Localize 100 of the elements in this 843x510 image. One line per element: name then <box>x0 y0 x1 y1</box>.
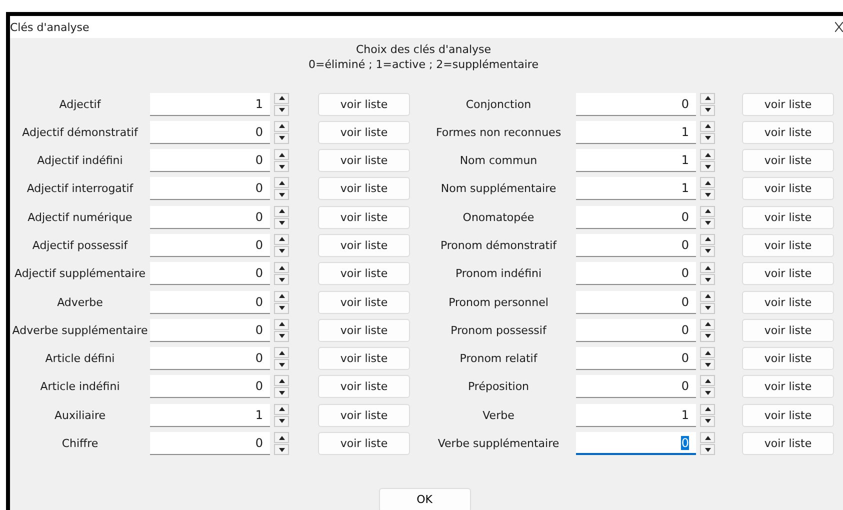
spin-up-button[interactable] <box>274 347 289 358</box>
number-field[interactable]: 1 <box>150 404 270 427</box>
number-field[interactable]: 1 <box>576 120 696 144</box>
voir-liste-button[interactable]: voir liste <box>742 347 834 370</box>
close-icon[interactable] <box>835 22 843 32</box>
spin-up-button[interactable] <box>274 234 289 245</box>
spin-up-button[interactable] <box>700 177 715 188</box>
spin-down-button[interactable] <box>700 132 715 144</box>
spin-up-button[interactable] <box>274 120 289 132</box>
number-field[interactable]: 0 <box>150 290 270 314</box>
spin-down-button[interactable] <box>700 387 715 398</box>
voir-liste-button[interactable]: voir liste <box>742 177 834 200</box>
spin-down-button[interactable] <box>274 387 289 398</box>
number-field[interactable]: 0 <box>150 234 270 257</box>
voir-liste-button[interactable]: voir liste <box>742 290 834 314</box>
spin-down-button[interactable] <box>274 189 289 200</box>
voir-liste-button[interactable]: voir liste <box>318 92 410 116</box>
voir-liste-button[interactable]: voir liste <box>318 432 410 456</box>
number-field[interactable]: 1 <box>576 177 696 200</box>
number-field[interactable]: 0 <box>150 206 270 229</box>
voir-liste-button[interactable]: voir liste <box>318 149 410 172</box>
spin-up-button[interactable] <box>274 290 289 302</box>
spin-up-button[interactable] <box>274 318 289 330</box>
spin-down-button[interactable] <box>700 246 715 257</box>
voir-liste-button[interactable]: voir liste <box>318 318 410 342</box>
spin-up-button[interactable] <box>274 206 289 217</box>
spin-down-button[interactable] <box>274 359 289 370</box>
spin-up-button[interactable] <box>274 404 289 415</box>
spin-down-button[interactable] <box>274 161 289 172</box>
voir-liste-button[interactable]: voir liste <box>742 404 834 427</box>
spin-down-button[interactable] <box>274 246 289 257</box>
spin-up-button[interactable] <box>274 432 289 444</box>
spin-up-button[interactable] <box>274 177 289 188</box>
number-field[interactable]: 0 <box>576 347 696 370</box>
voir-liste-button[interactable]: voir liste <box>742 234 834 257</box>
spin-down-button[interactable] <box>700 189 715 200</box>
number-field[interactable]: 0 <box>576 206 696 229</box>
spin-up-button[interactable] <box>700 92 715 104</box>
voir-liste-button[interactable]: voir liste <box>742 206 834 229</box>
number-field[interactable]: 0 <box>150 262 270 286</box>
number-field[interactable]: 0 <box>150 347 270 370</box>
spin-down-button[interactable] <box>274 330 289 342</box>
spin-down-button[interactable] <box>700 104 715 116</box>
spin-up-button[interactable] <box>700 375 715 386</box>
number-field[interactable]: 1 <box>576 404 696 427</box>
spin-down-button[interactable] <box>274 274 289 286</box>
spin-down-button[interactable] <box>274 132 289 144</box>
spin-up-button[interactable] <box>700 206 715 217</box>
spin-down-button[interactable] <box>274 104 289 116</box>
spin-up-button[interactable] <box>274 149 289 160</box>
spin-down-button[interactable] <box>700 416 715 427</box>
number-field[interactable]: 0 <box>150 432 270 456</box>
voir-liste-button[interactable]: voir liste <box>318 375 410 398</box>
number-field[interactable]: 0 <box>576 290 696 314</box>
spin-down-button[interactable] <box>700 444 715 456</box>
voir-liste-button[interactable]: voir liste <box>742 149 834 172</box>
spin-up-button[interactable] <box>274 262 289 274</box>
spin-down-button[interactable] <box>700 161 715 172</box>
number-field[interactable]: 0 <box>150 177 270 200</box>
voir-liste-button[interactable]: voir liste <box>318 120 410 144</box>
number-field[interactable]: 1 <box>150 92 270 116</box>
voir-liste-button[interactable]: voir liste <box>742 92 834 116</box>
spin-up-button[interactable] <box>700 347 715 358</box>
number-field[interactable]: 0 <box>576 92 696 116</box>
spin-up-button[interactable] <box>700 120 715 132</box>
number-field[interactable]: 0 <box>576 318 696 342</box>
voir-liste-button[interactable]: voir liste <box>318 290 410 314</box>
voir-liste-button[interactable]: voir liste <box>742 318 834 342</box>
number-field[interactable]: 0 <box>576 432 696 456</box>
voir-liste-button[interactable]: voir liste <box>742 432 834 456</box>
spin-up-button[interactable] <box>700 404 715 415</box>
voir-liste-button[interactable]: voir liste <box>318 347 410 370</box>
number-field[interactable]: 0 <box>576 234 696 257</box>
spin-up-button[interactable] <box>700 318 715 330</box>
number-field[interactable]: 0 <box>576 262 696 286</box>
spin-up-button[interactable] <box>700 262 715 274</box>
number-field[interactable]: 1 <box>576 149 696 172</box>
spin-up-button[interactable] <box>274 92 289 104</box>
number-field[interactable]: 0 <box>576 375 696 398</box>
number-field[interactable]: 0 <box>150 318 270 342</box>
spin-down-button[interactable] <box>700 218 715 229</box>
spin-up-button[interactable] <box>700 432 715 444</box>
spin-down-button[interactable] <box>274 444 289 456</box>
spin-down-button[interactable] <box>700 274 715 286</box>
voir-liste-button[interactable]: voir liste <box>742 262 834 286</box>
spin-down-button[interactable] <box>274 416 289 427</box>
number-field[interactable]: 0 <box>150 149 270 172</box>
spin-up-button[interactable] <box>700 290 715 302</box>
spin-up-button[interactable] <box>274 375 289 386</box>
voir-liste-button[interactable]: voir liste <box>318 206 410 229</box>
spin-up-button[interactable] <box>700 234 715 245</box>
spin-down-button[interactable] <box>274 302 289 314</box>
spin-down-button[interactable] <box>274 218 289 229</box>
number-field[interactable]: 0 <box>150 120 270 144</box>
spin-down-button[interactable] <box>700 330 715 342</box>
spin-down-button[interactable] <box>700 359 715 370</box>
voir-liste-button[interactable]: voir liste <box>742 120 834 144</box>
voir-liste-button[interactable]: voir liste <box>318 404 410 427</box>
ok-button[interactable]: OK <box>378 488 470 510</box>
spin-up-button[interactable] <box>700 149 715 160</box>
